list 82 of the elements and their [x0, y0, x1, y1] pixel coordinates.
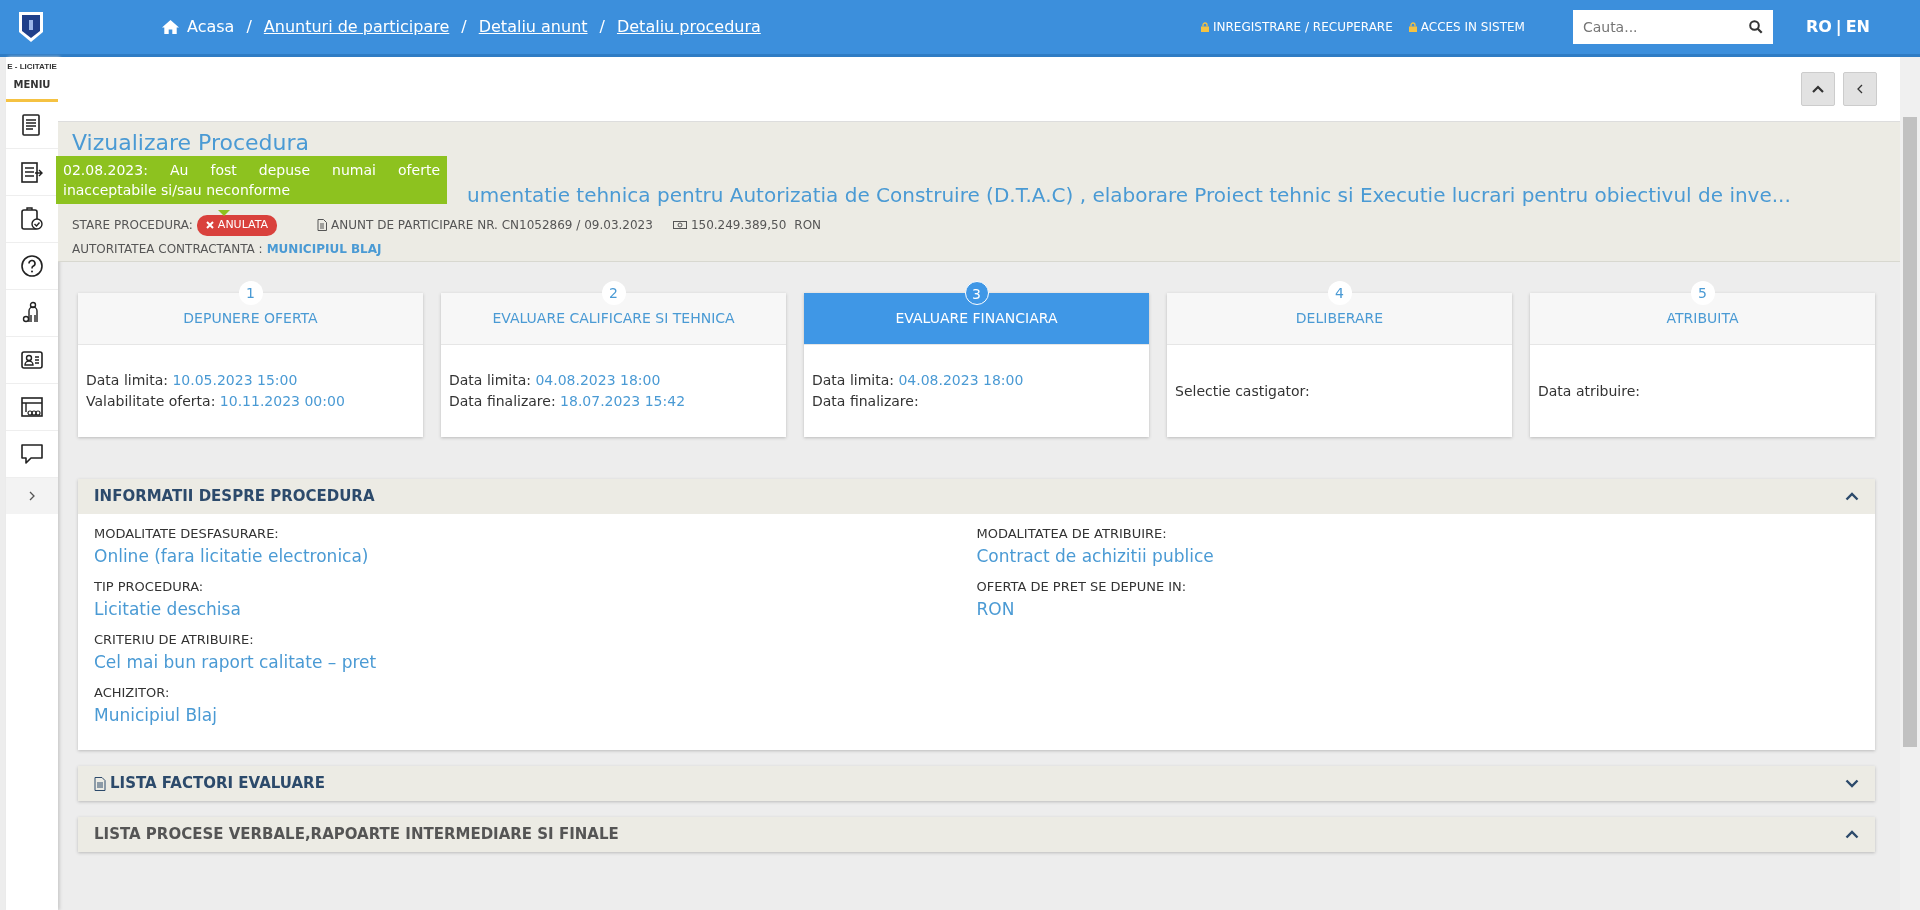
step-detail: Data finalizare: 18.07.2023 15:42 [449, 392, 687, 411]
chevron-right-icon [29, 491, 35, 501]
panel-header[interactable]: LISTA PROCESE VERBALE,RAPOARTE INTERMEDIARE SI FINALE [78, 817, 1875, 852]
page-title: Vizualizare Procedura [72, 130, 310, 156]
step-detail: Data atribuire: [1538, 381, 1642, 401]
document-icon [317, 219, 328, 232]
field-label: MODALITATEA DE ATRIBUIRE: [976, 525, 1168, 543]
status-label: STARE PROCEDURA: [72, 217, 193, 235]
lock-icon [1408, 22, 1417, 32]
estimated-value: 150.249.389,50 [690, 217, 787, 235]
chevron-up-icon[interactable] [1845, 830, 1859, 839]
step-title: EVALUARE CALIFICARE SI TEHNICA [492, 309, 735, 328]
step-number: 2 [601, 281, 626, 305]
account-link[interactable]: ACCES IN SISTEM [1420, 18, 1525, 36]
breadcrumb-link[interactable]: Anunturi de participare [263, 15, 450, 39]
id-card-icon[interactable] [20, 348, 44, 372]
panel-title: LISTA PROCESE VERBALE,RAPOARTE INTERMEDIARE SI FINALE [94, 824, 619, 846]
field-value: Licitatie deschisa [94, 597, 242, 621]
field-value: Online (fara licitatie electronica) [94, 544, 370, 568]
breadcrumb-link[interactable]: Detaliu anunt [478, 15, 588, 39]
field-label: MODALITATE DESFASURARE: [94, 525, 280, 543]
notice-tooltip: 02.08.2023: Au fost depuse numai oferte inacceptabile si/sau neconforme [56, 156, 447, 204]
step-title: DELIBERARE [1295, 309, 1384, 328]
list-arrow-icon[interactable] [20, 160, 44, 184]
procedure-title: umentatie tehnica pentru Autorizatia de Construire (D.T.A.C) , elaborare Proiect tehnic si Executie lucrari pentru obiectivul de inve... [467, 182, 1791, 209]
step-title: EVALUARE FINANCIARA [895, 309, 1058, 328]
step-detail: Data limita: 04.08.2023 18:00 [449, 371, 662, 390]
panel-header[interactable]: INFORMATII DESPRE PROCEDURA [78, 479, 1875, 514]
field-value: RON [976, 597, 1016, 621]
status-badge: ANULATA [196, 215, 278, 236]
lock-icon [1201, 22, 1209, 32]
banknote-icon [672, 220, 687, 231]
language-link[interactable]: RO [1805, 15, 1832, 39]
field-label: ACHIZITOR: [94, 684, 171, 702]
panel-title: LISTA FACTORI EVALUARE [110, 773, 325, 795]
step-title: DEPUNERE OFERTA [183, 309, 318, 328]
authority-label: AUTORITATEA CONTRACTANTA : [72, 240, 263, 258]
collapse-button[interactable] [1801, 72, 1835, 106]
step-detail: Valabilitate oferta: 10.11.2023 00:00 [86, 392, 346, 411]
document-icon [94, 776, 106, 791]
field-label: TIP PROCEDURA: [94, 578, 205, 596]
building-icon[interactable] [20, 395, 44, 419]
announcement-number: ANUNT DE PARTICIPARE NR. CN1052869 / 09.03.2023 [331, 217, 653, 235]
chevron-down-icon[interactable] [1845, 779, 1859, 788]
field-value: Municipiul Blaj [94, 703, 218, 727]
search-field[interactable]: Cauta... [1572, 10, 1773, 44]
chevron-up-icon [1812, 85, 1824, 93]
clipboard-check-icon[interactable] [20, 207, 44, 231]
step-detail: Data limita: 04.08.2023 18:00 [812, 371, 1025, 390]
language-separator: | [1835, 16, 1842, 38]
step-title: ATRIBUITA [1666, 309, 1739, 328]
field-value: Cel mai bun raport calitate – pret [94, 650, 378, 674]
help-icon[interactable] [20, 254, 44, 278]
chat-icon[interactable] [20, 442, 44, 466]
home-icon[interactable] [162, 20, 179, 34]
step-detail: Data limita: 10.05.2023 15:00 [86, 371, 299, 390]
shield-logo-icon[interactable] [18, 11, 44, 43]
step-number: 3 [964, 281, 989, 305]
menu-label[interactable]: MENIU [6, 77, 58, 92]
chevron-left-icon [1857, 84, 1863, 94]
step-number: 4 [1327, 281, 1352, 305]
close-icon [205, 221, 214, 230]
brand-label: E - LICITATIE [6, 61, 58, 73]
account-link[interactable]: INREGISTRARE / RECUPERARE [1213, 18, 1393, 36]
step-number: 5 [1690, 281, 1715, 305]
step-detail: Data finalizare: [812, 392, 920, 411]
breadcrumb-separator: / [246, 16, 252, 38]
language-link[interactable]: EN [1845, 15, 1870, 39]
step-number: 1 [238, 281, 263, 305]
search-icon[interactable] [1748, 20, 1763, 34]
panel-header[interactable]: LISTA FACTORI EVALUARE [78, 766, 1875, 801]
panel-title: INFORMATII DESPRE PROCEDURA [94, 486, 375, 508]
field-label: CRITERIU DE ATRIBUIRE: [94, 631, 255, 649]
breadcrumb-separator: / [461, 16, 467, 38]
breadcrumb-link[interactable]: Detaliu procedura [616, 15, 761, 39]
step-detail: Selectie castigator: [1175, 381, 1311, 401]
currency-label: RON [794, 217, 822, 235]
breadcrumb-link[interactable]: Acasa [187, 15, 235, 39]
field-label: OFERTA DE PRET SE DEPUNE IN: [976, 578, 1188, 596]
breadcrumb-separator: / [599, 16, 605, 38]
field-value: Contract de achizitii publice [976, 544, 1215, 568]
chevron-up-icon[interactable] [1845, 492, 1859, 501]
